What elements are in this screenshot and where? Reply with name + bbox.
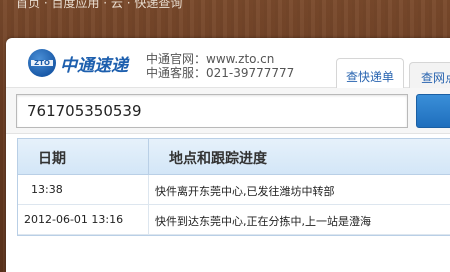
- column-header-date: 日期: [18, 139, 149, 174]
- search-button[interactable]: [416, 94, 450, 128]
- column-header-progress: 地点和跟踪进度: [169, 151, 267, 167]
- row-date: 2012-06-01 13:16: [18, 205, 149, 234]
- zto-logo-icon: [28, 49, 56, 77]
- tracking-number-input[interactable]: [16, 94, 408, 128]
- row-date: 13:38: [18, 175, 149, 204]
- logo-text: 中通速递: [60, 55, 128, 76]
- search-row: [6, 88, 450, 134]
- site-info: 中通官网：www.zto.cn 中通客服：021-39777777: [146, 52, 294, 80]
- table-row: 13:38 快件离开东莞中心,已发往潍坊中转部: [18, 175, 450, 205]
- tab-track-parcel[interactable]: 查快递单: [336, 58, 404, 89]
- card-header: 中通速递 中通官网：www.zto.cn 中通客服：021-39777777 查…: [6, 38, 450, 89]
- tracking-results-table: 日期 地点和跟踪进度 13:38 快件离开东莞中心,已发往潍坊中转部 2012-…: [17, 138, 450, 236]
- top-breadcrumb: 首页 · 百度应用 · 云 · 快递查询: [0, 0, 450, 14]
- website-text: 中通官网：www.zto.cn: [146, 52, 275, 66]
- row-progress: 快件到达东莞中心,正在分拣中,上一站是澄海: [155, 215, 371, 228]
- tab-find-outlet[interactable]: 查网点: [409, 62, 450, 88]
- top-breadcrumb-text: 首页 · 百度应用 · 云 · 快递查询: [16, 0, 183, 10]
- row-progress: 快件离开东莞中心,已发往潍坊中转部: [155, 185, 335, 198]
- hotline-text: 中通客服：021-39777777: [146, 66, 295, 80]
- zto-logo: 中通速递: [28, 48, 128, 78]
- table-row: 2012-06-01 13:16 快件到达东莞中心,正在分拣中,上一站是澄海: [18, 205, 450, 235]
- express-query-card: 中通速递 中通官网：www.zto.cn 中通客服：021-39777777 查…: [6, 38, 450, 272]
- table-header: 日期 地点和跟踪进度: [18, 139, 450, 175]
